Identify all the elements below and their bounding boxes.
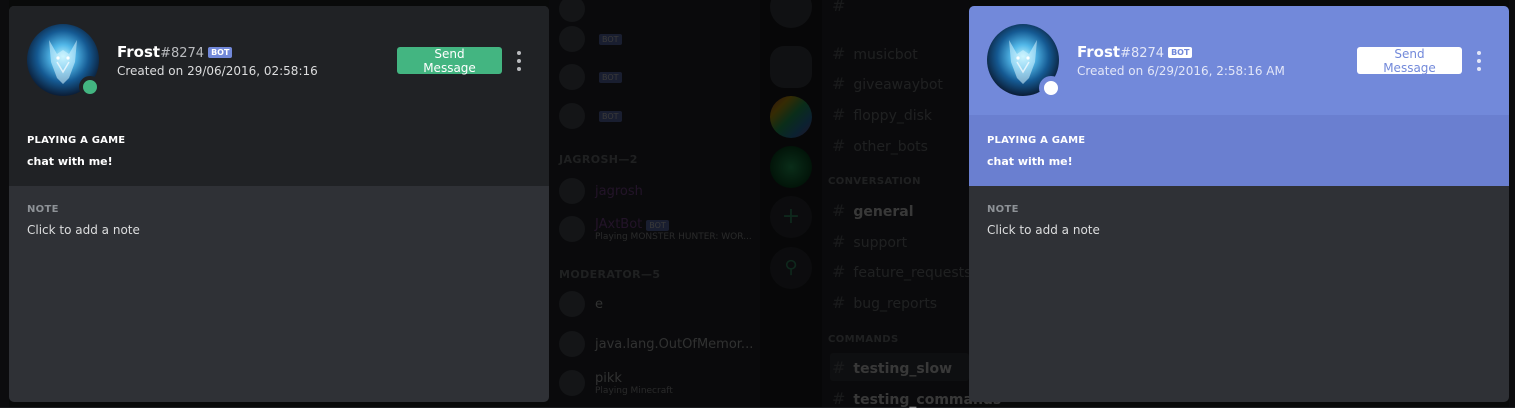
more-options-icon[interactable]	[515, 51, 523, 71]
channel-item[interactable]: # floppy_disk	[832, 105, 932, 124]
server-list: + ⚲	[760, 0, 822, 407]
member-row[interactable]: JAxtBot BOT Playing MONSTER HUNTER: WOR...	[559, 214, 752, 244]
note-heading: NOTE	[27, 204, 59, 215]
discriminator: #8274	[1120, 46, 1165, 61]
avatar	[559, 178, 585, 204]
username: Frost	[1077, 43, 1121, 61]
popout-header: Frost#8274 BOT Created on 6/29/2016, 2:58…	[969, 6, 1509, 115]
channel-item[interactable]: # support	[832, 232, 907, 251]
search-icon[interactable]: ⚲	[770, 247, 812, 289]
avatar	[559, 0, 585, 22]
online-status-indicator	[79, 76, 101, 98]
member-activity: Playing Minecraft	[595, 385, 673, 396]
channel-item[interactable]: # feature_requests	[832, 262, 971, 281]
avatar	[559, 331, 585, 357]
member-row[interactable]: e	[559, 289, 603, 319]
member-row[interactable]: jagrosh	[559, 176, 643, 206]
note-heading: NOTE	[987, 204, 1019, 215]
server-icon[interactable]	[770, 96, 812, 138]
channel-category[interactable]: CONVERSATION	[828, 176, 921, 187]
chat-area-left	[0, 0, 9, 407]
send-message-button[interactable]: Send Message	[397, 47, 502, 75]
bot-badge: BOT	[1168, 47, 1193, 58]
member-group-heading: MODERATOR—5	[559, 268, 661, 281]
bot-badge: BOT	[599, 71, 622, 83]
member-list: BOT BOT BOT JAGROSH—2 jagrosh JAxtBot BOT…	[549, 0, 760, 407]
online-status-indicator	[1039, 76, 1063, 100]
channel-item[interactable]: # testing_slow	[832, 358, 952, 377]
avatar	[559, 216, 585, 242]
channel-item[interactable]: # bug_reports	[832, 293, 937, 312]
add-server-icon[interactable]: +	[770, 196, 812, 238]
channel-item[interactable]: # musicbot	[832, 44, 918, 63]
member-group-heading: JAGROSH—2	[559, 153, 638, 166]
member-row[interactable]	[559, 0, 595, 24]
member-name: JAxtBot	[595, 216, 643, 232]
note-input[interactable]: Click to add a note	[27, 223, 140, 237]
avatar	[559, 26, 585, 52]
member-activity: Playing MONSTER HUNTER: WOR...	[595, 231, 752, 242]
channel-item[interactable]: #	[832, 0, 853, 15]
member-name: jagrosh	[595, 183, 643, 199]
folder-icon[interactable]	[770, 46, 812, 88]
activity-heading: PLAYING A GAME	[27, 135, 126, 146]
channel-list: # # musicbot # giveawaybot # floppy_disk # o…	[822, 0, 1001, 408]
name-block: Frost#8274 BOT Created on 6/29/2016, 2:58…	[1077, 42, 1285, 78]
popout-header: Frost#8274 BOT Created on 29/06/2016, 02:…	[9, 6, 549, 116]
member-name: e	[595, 296, 603, 312]
member-name: pikk	[595, 370, 622, 386]
avatar	[559, 291, 585, 317]
bot-badge: BOT	[599, 110, 622, 122]
member-name: java.lang.OutOfMemor...	[595, 336, 754, 352]
more-options-icon[interactable]	[1475, 51, 1483, 71]
channel-item[interactable]: # other_bots	[832, 136, 928, 155]
note-input[interactable]: Click to add a note	[987, 223, 1100, 237]
discriminator: #8274	[160, 46, 205, 61]
bot-badge: BOT	[646, 219, 669, 231]
created-date: Created on 6/29/2016, 2:58:16 AM	[1077, 64, 1285, 78]
name-block: Frost#8274 BOT Created on 29/06/2016, 02:…	[117, 42, 318, 78]
member-row[interactable]: java.lang.OutOfMemor...	[559, 329, 753, 359]
chat-area-right	[1509, 0, 1515, 407]
activity-name: chat with me!	[987, 155, 1073, 168]
avatar	[559, 103, 585, 129]
avatar-wrapper[interactable]	[987, 24, 1063, 100]
server-icon[interactable]	[770, 146, 812, 188]
avatar	[559, 370, 585, 396]
member-row[interactable]: BOT	[559, 24, 622, 54]
activity-heading: PLAYING A GAME	[987, 135, 1086, 146]
activity-section: PLAYING A GAME chat with me!	[9, 115, 549, 186]
avatar	[559, 64, 585, 90]
user-popout-dark: Frost#8274 BOT Created on 29/06/2016, 02:…	[9, 6, 549, 402]
send-message-button[interactable]: Send Message	[1357, 47, 1462, 75]
member-row[interactable]: BOT	[559, 62, 622, 92]
username: Frost	[117, 43, 161, 61]
activity-section: PLAYING A GAME chat with me!	[969, 115, 1509, 186]
channel-category[interactable]: COMMANDS	[828, 334, 899, 345]
bot-badge: BOT	[599, 33, 622, 45]
avatar-wrapper[interactable]	[27, 24, 101, 98]
activity-name: chat with me!	[27, 155, 113, 168]
user-popout-blurple: Frost#8274 BOT Created on 6/29/2016, 2:58…	[969, 6, 1509, 402]
channel-item[interactable]: # giveawaybot	[832, 74, 943, 93]
server-icon[interactable]	[770, 0, 812, 28]
bot-badge: BOT	[208, 47, 233, 58]
member-row[interactable]: BOT	[559, 101, 622, 131]
created-date: Created on 29/06/2016, 02:58:16	[117, 64, 318, 78]
member-row[interactable]: pikk Playing Minecraft	[559, 368, 673, 398]
channel-item[interactable]: # general	[832, 201, 914, 220]
